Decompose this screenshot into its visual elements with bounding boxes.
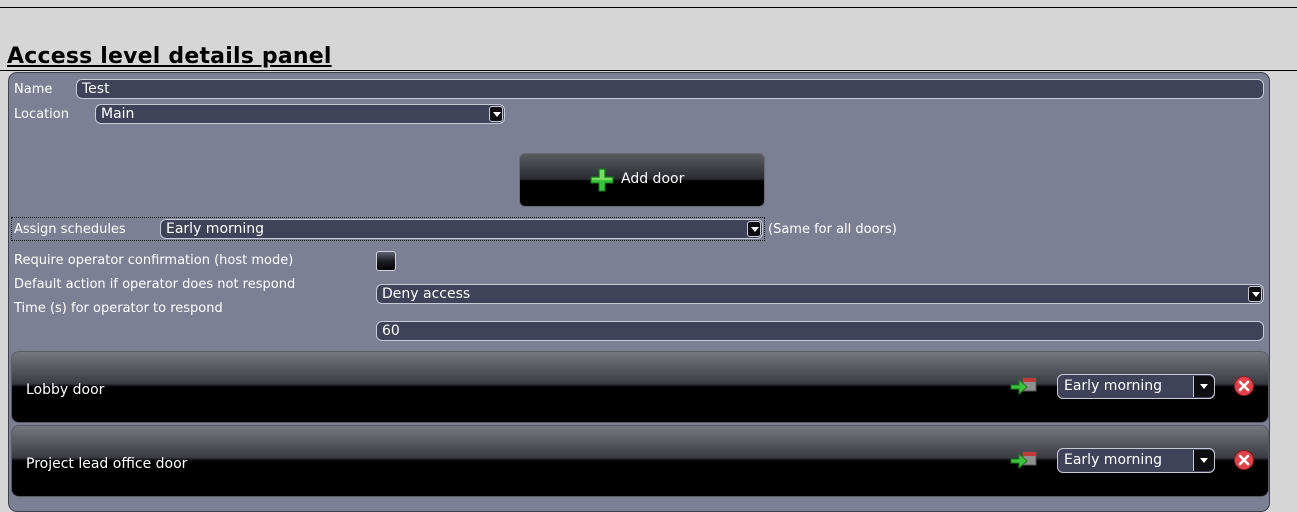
require-confirmation-checkbox[interactable] (376, 251, 396, 271)
door-name: Lobby door (26, 382, 105, 398)
response-time-value: 60 (382, 323, 400, 339)
remove-icon[interactable] (1233, 449, 1255, 471)
chevron-down-icon[interactable] (489, 106, 503, 122)
door-row[interactable]: Lobby door Early morning (11, 351, 1269, 423)
response-time-label: Time (s) for operator to respond (14, 301, 223, 316)
assign-schedules-label: Assign schedules (14, 222, 126, 237)
assign-schedules-select[interactable]: Early morning (160, 219, 763, 239)
page-title: Access level details panel (7, 44, 332, 69)
chevron-down-icon[interactable] (1193, 450, 1214, 471)
assign-schedules-value: Early morning (166, 221, 265, 237)
apply-schedule-icon[interactable] (1010, 375, 1038, 397)
door-row[interactable]: Project lead office door Early morning (11, 425, 1269, 497)
location-label: Location (14, 107, 69, 122)
add-door-label: Add door (621, 171, 685, 187)
default-action-value: Deny access (382, 286, 471, 302)
access-level-details-panel: Name Test Location Main Add door Assign … (8, 72, 1270, 512)
chevron-down-icon[interactable] (1248, 286, 1262, 302)
location-select[interactable]: Main (95, 104, 505, 124)
door-schedule-value: Early morning (1064, 452, 1163, 468)
door-schedule-select[interactable]: Early morning (1057, 448, 1215, 473)
add-door-button[interactable]: Add door (519, 153, 765, 207)
door-name: Project lead office door (26, 456, 188, 472)
name-field[interactable]: Test (76, 79, 1264, 99)
heading-divider (0, 70, 1297, 71)
top-divider (0, 7, 1297, 8)
name-field-value: Test (82, 81, 110, 97)
require-confirmation-label: Require operator confirmation (host mode… (14, 253, 294, 268)
remove-icon[interactable] (1233, 375, 1255, 397)
door-schedule-value: Early morning (1064, 378, 1163, 394)
plus-icon (590, 168, 614, 192)
response-time-field[interactable]: 60 (376, 321, 1264, 341)
apply-schedule-icon[interactable] (1010, 449, 1038, 471)
door-schedule-select[interactable]: Early morning (1057, 374, 1215, 399)
name-label: Name (14, 82, 53, 97)
default-action-select[interactable]: Deny access (376, 284, 1264, 304)
chevron-down-icon[interactable] (747, 221, 761, 237)
chevron-down-icon[interactable] (1193, 376, 1214, 397)
assign-schedules-note: (Same for all doors) (768, 222, 897, 237)
location-select-value: Main (101, 106, 135, 122)
default-action-label: Default action if operator does not resp… (14, 277, 296, 292)
